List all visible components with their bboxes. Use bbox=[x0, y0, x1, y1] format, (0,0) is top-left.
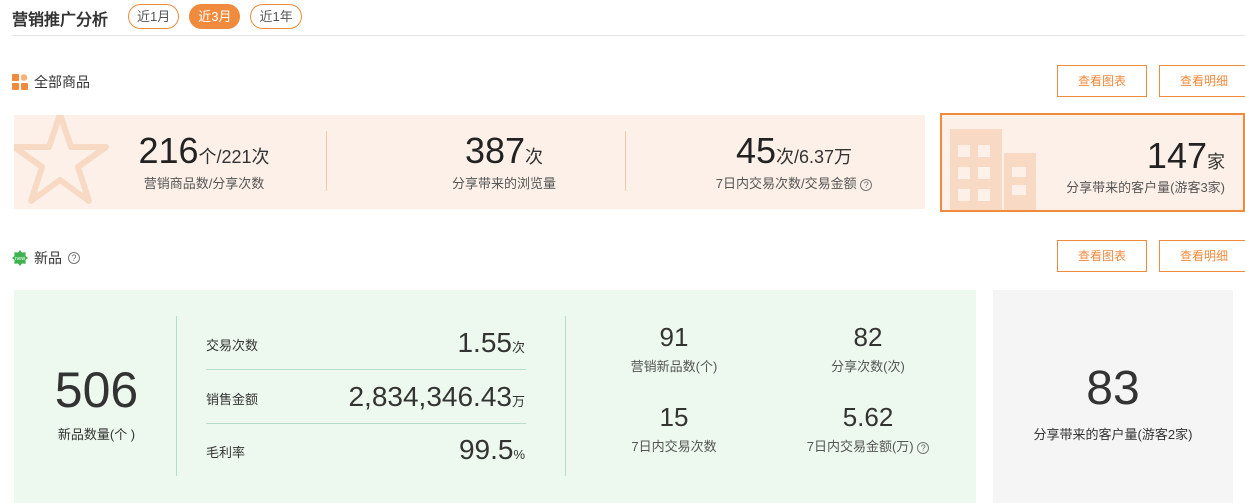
grid-value: 91 bbox=[659, 322, 689, 352]
divider bbox=[176, 316, 177, 476]
new-products-title: 新品 bbox=[34, 250, 62, 266]
new-customers-block: 83 分享带来的客户量(游客2家) bbox=[993, 362, 1233, 443]
divider bbox=[625, 131, 626, 191]
new-customers-card: 83 分享带来的客户量(游客2家) bbox=[993, 290, 1233, 503]
view-chart-button[interactable]: 查看图表 bbox=[1057, 65, 1147, 97]
new-view-detail-button[interactable]: 查看明细 bbox=[1159, 240, 1245, 272]
all-products-section-title: 全部商品 bbox=[12, 72, 90, 92]
customers-value: 83 bbox=[1086, 362, 1140, 415]
new-products-panel: 506 新品数量(个 ) 交易次数 1.55次 销售金额 2,834,346.4… bbox=[14, 290, 976, 503]
page-title: 营销推广分析 bbox=[12, 12, 109, 29]
all-products-stats-panel: 216个/221次 营销商品数/分享次数 387次 分享带来的浏览量 45次/6… bbox=[14, 115, 925, 209]
stat-unit: 家 bbox=[1207, 152, 1225, 172]
stat-label: 7日内交易次数/交易金额 ? bbox=[674, 173, 914, 192]
stat-value: 45 bbox=[735, 130, 776, 171]
grid-label: 营销新品数(个) bbox=[630, 359, 718, 374]
stat-value: 216 bbox=[138, 130, 199, 171]
grid-icon bbox=[12, 74, 28, 90]
grid-marketing-new-products: 91 营销新品数(个) bbox=[574, 322, 774, 375]
metric-unit: 次 bbox=[511, 340, 525, 355]
help-icon[interactable]: ? bbox=[860, 179, 873, 191]
new-products-section-title: new 新品 ? bbox=[12, 248, 80, 268]
svg-text:new: new bbox=[15, 256, 25, 262]
metric-number: 1.55 bbox=[457, 327, 512, 358]
building-watermark-icon bbox=[950, 129, 1036, 210]
divider bbox=[206, 369, 526, 370]
new-badge-icon: new bbox=[12, 250, 28, 266]
metric-value-sales: 2,834,346.43万 bbox=[304, 381, 525, 413]
stat-unit: 次/6.37万 bbox=[776, 147, 853, 167]
new-products-count: 506 新品数量(个 ) bbox=[34, 362, 159, 443]
divider bbox=[206, 423, 526, 424]
period-tabs: 近1月 近3月 近1年 bbox=[128, 4, 302, 29]
count-label: 新品数量(个 ) bbox=[57, 427, 136, 442]
page-header: 营销推广分析 近1月 近3月 近1年 bbox=[12, 0, 1245, 36]
divider bbox=[565, 316, 566, 476]
metric-number: 99.5 bbox=[458, 434, 514, 465]
new-view-chart-button[interactable]: 查看图表 bbox=[1057, 240, 1147, 272]
customers-value: 147家 bbox=[1147, 135, 1225, 177]
tab-1-year[interactable]: 近1年 bbox=[250, 4, 302, 29]
stat-unit: 次 bbox=[525, 147, 544, 167]
metric-label-sales: 销售金额 bbox=[206, 392, 259, 407]
stat-label: 分享带来的浏览量 bbox=[451, 176, 556, 191]
metric-label-margin: 毛利率 bbox=[206, 445, 246, 460]
help-icon[interactable]: ? bbox=[917, 442, 930, 454]
grid-value: 5.62 bbox=[842, 402, 894, 432]
grid-value: 82 bbox=[853, 322, 883, 352]
all-products-title: 全部商品 bbox=[34, 74, 90, 90]
metric-number: 2,834,346.43 bbox=[348, 381, 512, 412]
view-detail-button[interactable]: 查看明细 bbox=[1159, 65, 1245, 97]
stat-value: 387 bbox=[464, 130, 526, 171]
grid-7day-transactions: 15 7日内交易次数 bbox=[574, 402, 774, 455]
tab-1-month[interactable]: 近1月 bbox=[128, 4, 180, 29]
grid-value: 15 bbox=[659, 402, 689, 432]
grid-label-text: 7日内交易金额(万) bbox=[806, 439, 914, 454]
stat-transactions: 45次/6.37万 7日内交易次数/交易金额 ? bbox=[674, 131, 914, 192]
metric-unit: % bbox=[513, 447, 525, 462]
stat-value: 147 bbox=[1146, 135, 1207, 176]
grid-label: 分享次数(次) bbox=[831, 359, 905, 374]
metric-value-margin: 99.5% bbox=[304, 434, 525, 466]
grid-share-count: 82 分享次数(次) bbox=[768, 322, 968, 375]
stat-views: 387次 分享带来的浏览量 bbox=[384, 131, 624, 192]
grid-label: 7日内交易次数 bbox=[631, 439, 717, 454]
stat-label-text: 7日内交易次数/交易金额 bbox=[715, 176, 857, 191]
stat-label: 营销商品数/分享次数 bbox=[143, 176, 265, 191]
stat-unit: 个/221次 bbox=[198, 147, 270, 167]
metric-value-transactions: 1.55次 bbox=[304, 327, 525, 359]
customers-label: 分享带来的客户量(游客3家) bbox=[1066, 180, 1225, 195]
help-icon[interactable]: ? bbox=[68, 252, 80, 264]
customers-card[interactable]: 147家 分享带来的客户量(游客3家) bbox=[940, 113, 1245, 212]
metric-label-transactions: 交易次数 bbox=[206, 338, 259, 353]
tab-3-months[interactable]: 近3月 bbox=[189, 4, 241, 29]
metric-unit: 万 bbox=[511, 394, 525, 409]
grid-7day-amount: 5.62 7日内交易金额(万) ? bbox=[768, 402, 968, 455]
grid-label: 7日内交易金额(万) ? bbox=[768, 436, 968, 455]
stat-marketing-products: 216个/221次 营销商品数/分享次数 bbox=[84, 131, 324, 192]
count-value: 506 bbox=[54, 362, 139, 418]
customers-label: 分享带来的客户量(游客2家) bbox=[1033, 427, 1193, 442]
divider bbox=[326, 131, 327, 191]
